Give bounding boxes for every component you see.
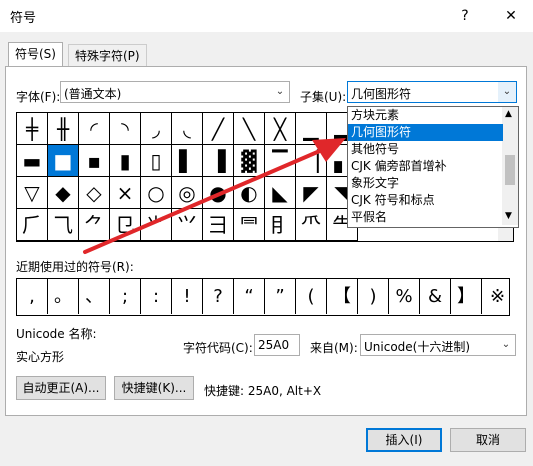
- annotation-arrow: [83, 138, 346, 254]
